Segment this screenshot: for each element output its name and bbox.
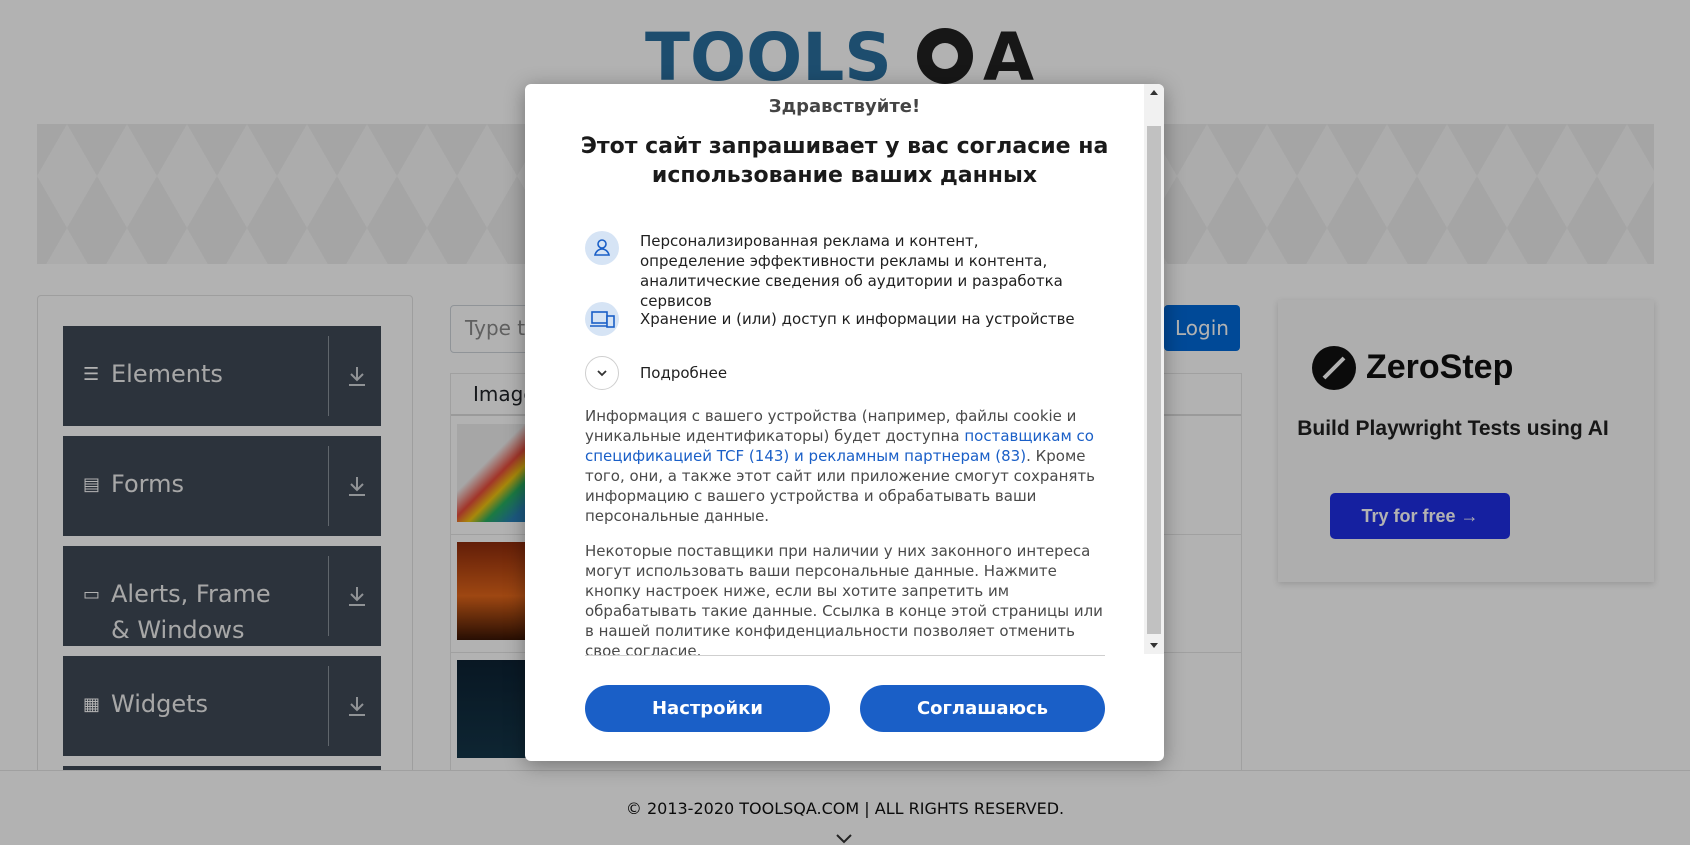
consent-greeting: Здравствуйте! <box>768 96 921 117</box>
consent-paragraph-1: Информация с вашего устройства (например… <box>585 406 1105 526</box>
more-options-toggle[interactable]: Подробнее <box>585 356 1105 390</box>
settings-button[interactable]: Настройки <box>585 685 830 732</box>
purpose-text: Персонализированная реклама и контент, о… <box>640 232 1063 310</box>
more-label: Подробнее <box>640 364 728 382</box>
scroll-up-icon[interactable] <box>1144 84 1164 102</box>
scrollbar[interactable] <box>1144 84 1164 654</box>
purpose-ads: Персонализированная реклама и контент, о… <box>585 231 1105 310</box>
person-icon <box>585 231 619 265</box>
purpose-storage: Хранение и (или) доступ к информации на … <box>585 302 1105 336</box>
purpose-text: Хранение и (или) доступ к информации на … <box>640 310 1075 328</box>
consent-title: Этот сайт запрашивает у вас согласие на … <box>580 134 1109 188</box>
consent-scroll-area[interactable]: Здравствуйте! Этот сайт запрашивает у ва… <box>525 84 1144 660</box>
divider <box>585 655 1105 656</box>
chevron-down-icon <box>585 356 619 390</box>
scrollbar-thumb[interactable] <box>1147 126 1161 634</box>
consent-paragraph-2: Некоторые поставщики при наличии у них з… <box>585 542 1103 660</box>
scroll-down-icon[interactable] <box>1144 636 1164 654</box>
consent-dialog: Здравствуйте! Этот сайт запрашивает у ва… <box>525 84 1164 761</box>
devices-icon <box>585 302 619 336</box>
accept-button[interactable]: Соглашаюсь <box>860 685 1105 732</box>
